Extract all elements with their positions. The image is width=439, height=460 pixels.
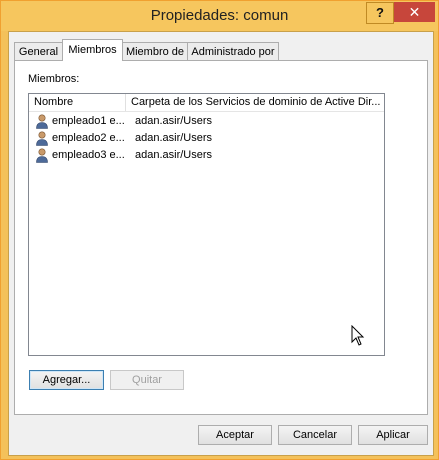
members-panel: Miembros: Nombre Carpeta de los Servicio… (14, 60, 428, 415)
member-name: empleado2 e... (52, 132, 124, 144)
column-header-folder[interactable]: Carpeta de los Servicios de dominio de A… (126, 94, 384, 111)
apply-button[interactable]: Aplicar (358, 425, 428, 445)
members-list[interactable]: Nombre Carpeta de los Servicios de domin… (28, 93, 385, 356)
tab-administrado-por[interactable]: Administrado por (187, 42, 279, 60)
cancel-button[interactable]: Cancelar (278, 425, 352, 445)
member-folder: adan.asir/Users (135, 132, 213, 144)
list-header: Nombre Carpeta de los Servicios de domin… (29, 94, 384, 112)
member-name: empleado1 e... (52, 115, 124, 127)
user-icon (36, 148, 48, 163)
ok-button[interactable]: Aceptar (198, 425, 272, 445)
list-item[interactable]: empleado1 e... adan.asir/Users (29, 113, 384, 130)
remove-button[interactable]: Quitar (110, 370, 184, 390)
tab-miembros[interactable]: Miembros (62, 39, 123, 61)
help-button[interactable]: ? (366, 2, 394, 24)
tab-miembro-de[interactable]: Miembro de (122, 42, 188, 60)
tab-general[interactable]: General (14, 42, 63, 60)
member-folder: adan.asir/Users (135, 115, 213, 127)
member-folder: adan.asir/Users (135, 149, 213, 161)
dialog-client: General Miembros Miembro de Administrado… (8, 31, 434, 456)
user-icon (36, 131, 48, 146)
properties-dialog: Propiedades: comun ? ✕ General Miembros … (0, 0, 439, 460)
list-item[interactable]: empleado2 e... adan.asir/Users (29, 130, 384, 147)
user-icon (36, 114, 48, 129)
close-button[interactable]: ✕ (394, 2, 435, 22)
list-item[interactable]: empleado3 e... adan.asir/Users (29, 147, 384, 164)
members-label: Miembros: (28, 73, 80, 85)
mouse-pointer-icon (351, 325, 365, 346)
member-name: empleado3 e... (52, 149, 124, 161)
title-bar[interactable]: Propiedades: comun ? ✕ (1, 1, 438, 31)
add-button[interactable]: Agregar... (29, 370, 104, 390)
column-header-name[interactable]: Nombre (29, 94, 125, 111)
